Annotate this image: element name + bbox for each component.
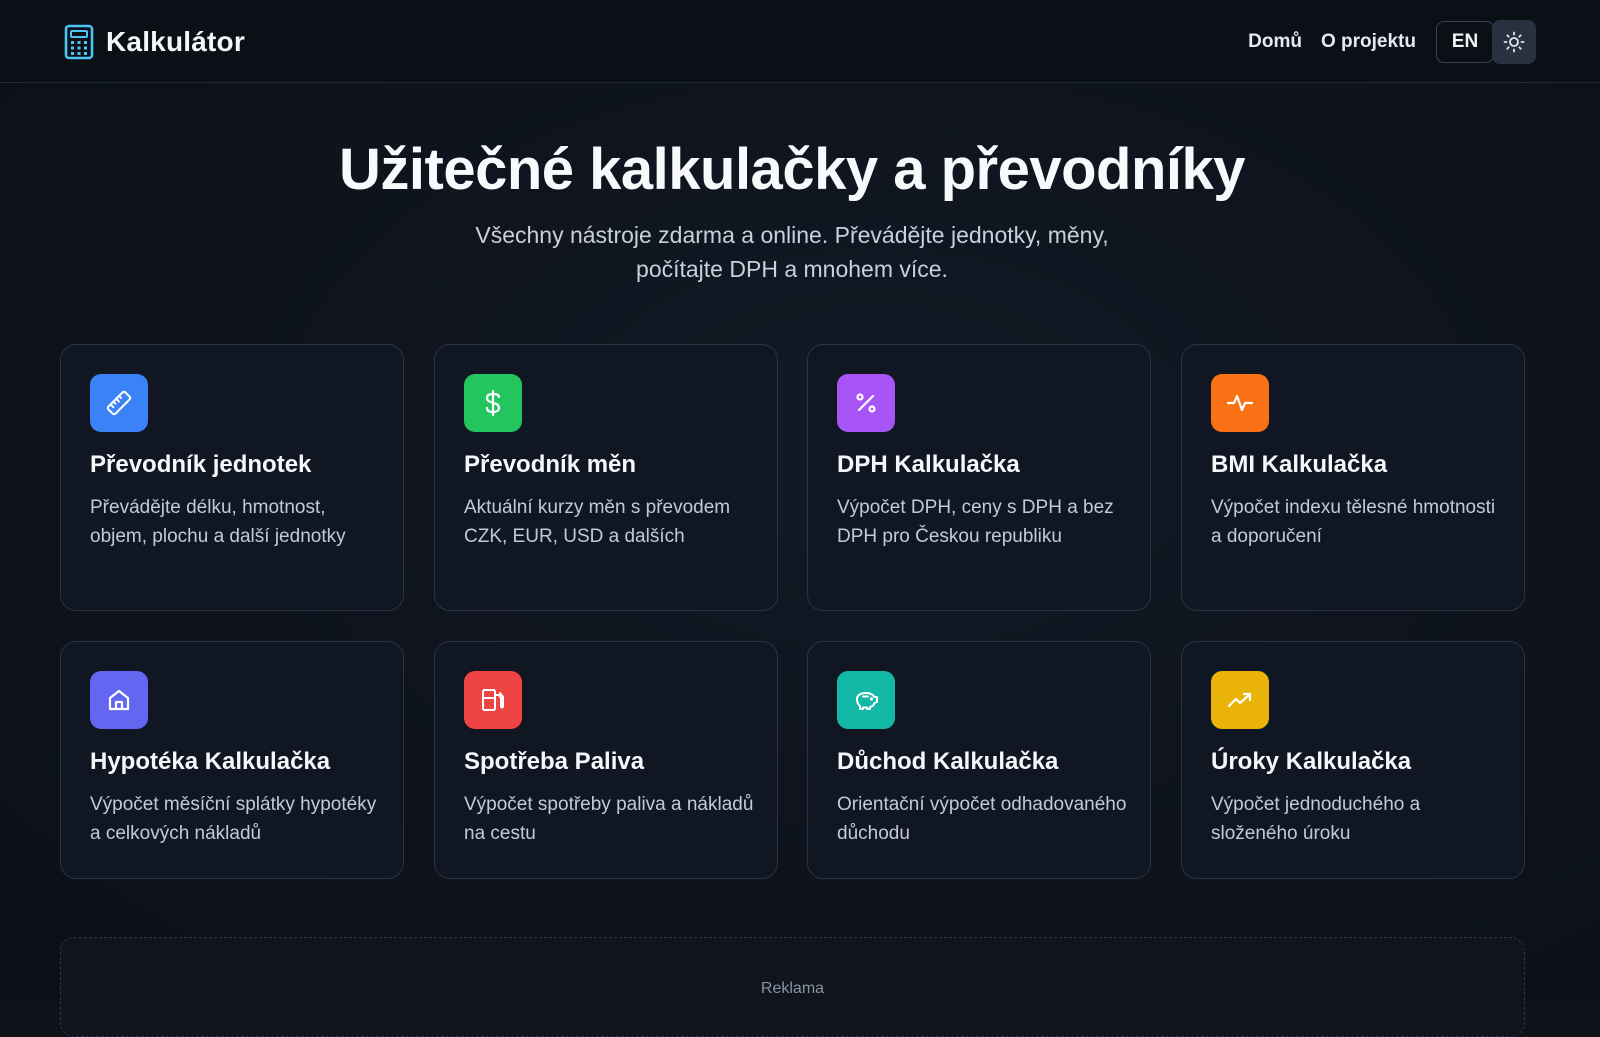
page-title: Užitečné kalkulačky a převodníky xyxy=(339,137,1246,202)
card-fuel-consumption[interactable]: Spotřeba Paliva Výpočet spotřeby paliva … xyxy=(434,641,778,879)
card-icon-tile xyxy=(464,374,522,432)
card-mortgage-calculator[interactable]: Hypotéka Kalkulačka Výpočet měsíční splá… xyxy=(60,641,404,879)
language-switch-button[interactable]: EN xyxy=(1436,21,1494,63)
card-interest-calculator[interactable]: Úroky Kalkulačka Výpočet jednoduchého a … xyxy=(1181,641,1525,879)
card-title: BMI Kalkulačka xyxy=(1211,451,1388,478)
card-title: Převodník měn xyxy=(464,451,637,478)
card-description: Orientační výpočet odhadovaného důchodu xyxy=(837,794,1127,844)
card-title: DPH Kalkulačka xyxy=(837,451,1020,478)
activity-icon xyxy=(1226,394,1254,412)
main-nav: Domů O projektu EN xyxy=(1248,21,1494,63)
piggy-bank-icon xyxy=(856,692,878,710)
card-unit-converter[interactable]: Převodník jednotek Převádějte délku, hmo… xyxy=(60,344,404,611)
nav-about-link[interactable]: O projektu xyxy=(1321,31,1416,53)
card-description: Výpočet spotřeby paliva a nákladů na ces… xyxy=(464,794,754,844)
page-subtitle: Všechny nástroje zdarma a online. Převád… xyxy=(0,218,1584,286)
brand-link[interactable]: Kalkulátor xyxy=(64,22,245,62)
ad-placeholder: Reklama xyxy=(60,937,1525,1037)
card-title: Spotřeba Paliva xyxy=(464,748,645,775)
card-title: Úroky Kalkulačka xyxy=(1211,748,1412,775)
card-icon-tile xyxy=(837,374,895,432)
card-title: Převodník jednotek xyxy=(90,451,312,478)
card-icon-tile xyxy=(837,671,895,729)
card-bmi-calculator[interactable]: BMI Kalkulačka Výpočet indexu tělesné hm… xyxy=(1181,344,1525,611)
dollar-icon xyxy=(485,389,501,417)
card-description: Výpočet jednoduchého a složeného úroku xyxy=(1211,794,1421,844)
app-name: Kalkulátor xyxy=(106,26,245,57)
card-description: Výpočet indexu tělesné hmotnosti a dopor… xyxy=(1211,497,1496,547)
card-icon-tile xyxy=(90,374,148,432)
subtitle-line: Všechny nástroje zdarma a online. Převád… xyxy=(475,222,1109,248)
fuel-icon xyxy=(482,689,504,711)
calculator-icon xyxy=(64,24,94,60)
nav-home-link[interactable]: Domů xyxy=(1248,31,1302,53)
card-icon-tile xyxy=(90,671,148,729)
trending-up-icon xyxy=(1227,692,1252,708)
subtitle-line: počítajte DPH a mnohem více. xyxy=(636,256,948,282)
card-description: Výpočet DPH, ceny s DPH a bez DPH pro Če… xyxy=(837,497,1114,547)
card-description: Aktuální kurzy měn s převodem CZK, EUR, … xyxy=(464,497,731,547)
theme-toggle-button[interactable] xyxy=(1492,20,1536,64)
home-icon xyxy=(108,689,130,711)
ruler-icon xyxy=(106,390,132,416)
card-description: Převádějte délku, hmotnost, objem, ploch… xyxy=(90,497,346,547)
card-icon-tile xyxy=(1211,671,1269,729)
percent-icon xyxy=(856,393,876,413)
card-icon-tile xyxy=(464,671,522,729)
card-currency-converter[interactable]: Převodník měn Aktuální kurzy měn s převo… xyxy=(434,344,778,611)
ad-label: Reklama xyxy=(760,980,825,997)
card-description: Výpočet měsíční splátky hypotéky a celko… xyxy=(90,794,377,844)
sun-icon xyxy=(1503,31,1525,53)
card-title: Hypotéka Kalkulačka xyxy=(90,748,331,775)
card-pension-calculator[interactable]: Důchod Kalkulačka Orientační výpočet odh… xyxy=(807,641,1151,879)
card-icon-tile xyxy=(1211,374,1269,432)
top-navbar: Kalkulátor Domů O projektu EN xyxy=(0,0,1600,83)
card-vat-calculator[interactable]: DPH Kalkulačka Výpočet DPH, ceny s DPH a… xyxy=(807,344,1151,611)
card-title: Důchod Kalkulačka xyxy=(837,748,1059,775)
